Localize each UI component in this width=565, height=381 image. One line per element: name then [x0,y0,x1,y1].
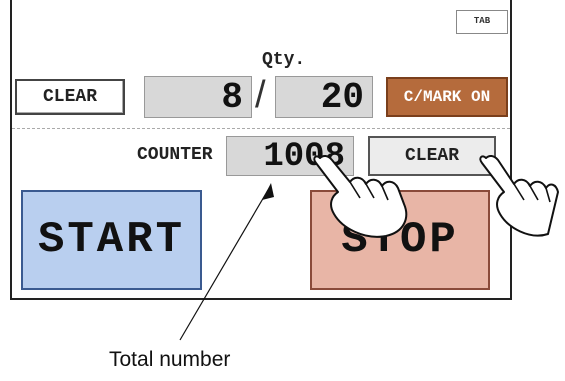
qty-label: Qty. [262,50,306,70]
start-button[interactable]: START [21,190,202,290]
machine-control-panel: TAB Qty. CLEAR 8 / 20 C/MARK ON COUNTER … [10,0,512,300]
counter-label: COUNTER [137,145,213,165]
divider [12,128,510,129]
stop-button[interactable]: STOP [310,190,490,290]
clear-button[interactable]: CLEAR [15,79,125,115]
counter-clear-button[interactable]: CLEAR [368,136,496,176]
cmark-on-button[interactable]: C/MARK ON [386,77,508,117]
lot-count-display: 8 [144,76,252,118]
qty-input[interactable]: 20 [275,76,373,118]
slash-separator: / [255,74,266,116]
total-number-caption: Total number [109,348,231,371]
tab-button[interactable]: TAB [456,10,508,34]
counter-display: 1008 [226,136,354,176]
